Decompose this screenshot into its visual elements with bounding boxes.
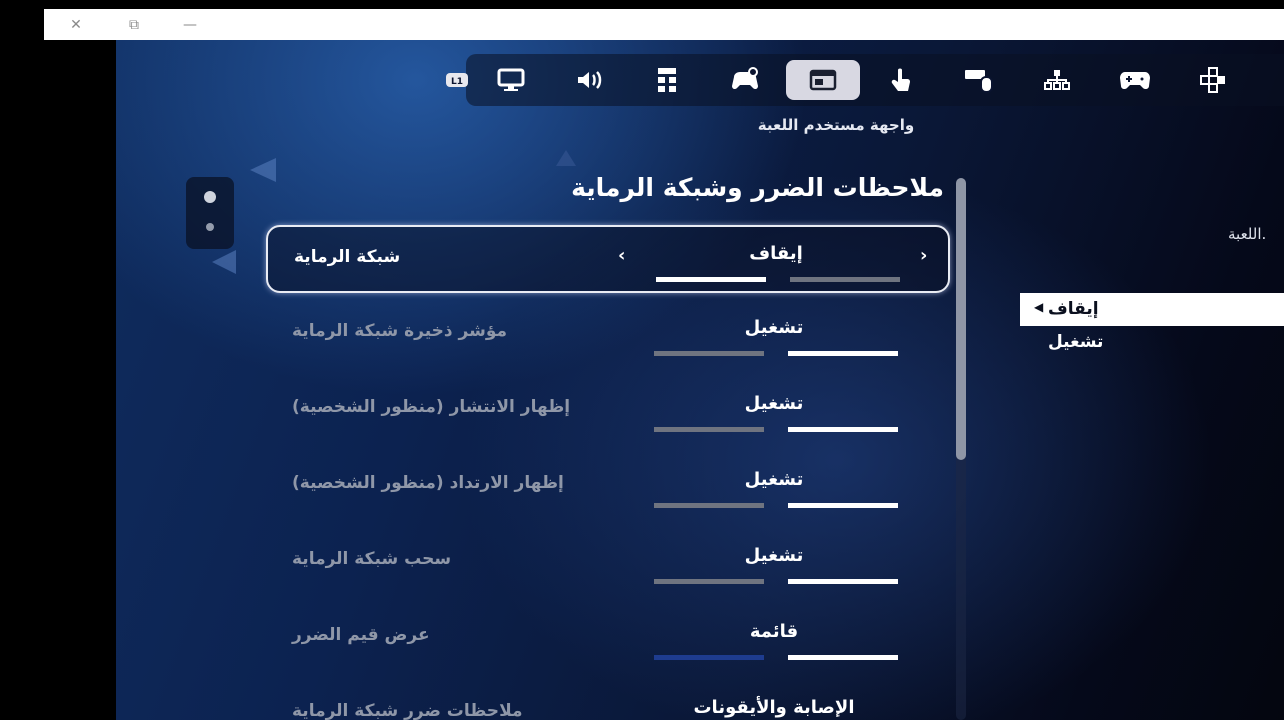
setting-value: تشغيل — [744, 317, 804, 338]
controller-gear-icon — [730, 67, 760, 93]
setting-value: تشغيل — [744, 393, 804, 414]
setting-value: تشغيل — [744, 469, 804, 490]
tab-touchpad[interactable] — [864, 60, 938, 100]
scrollbar-thumb[interactable] — [956, 178, 966, 460]
l1-bumper-icon: L1 — [445, 71, 469, 89]
setting-value: قائمة — [749, 621, 799, 642]
tab-keyboard-mouse[interactable] — [942, 60, 1016, 100]
setting-description: اللعبة. — [1228, 225, 1267, 243]
restore-icon: ⧉ — [129, 16, 139, 33]
network-icon — [1042, 68, 1072, 92]
option-bar-on — [790, 277, 900, 282]
settings-scrollbar[interactable] — [956, 178, 966, 720]
window-titlebar: ✕ ⧉ — — [44, 9, 1284, 40]
tab-accessibility[interactable] — [630, 60, 704, 100]
setting-row-reticle-ammo[interactable]: مؤشر ذخيرة شبكة الرماية تشغيل — [266, 301, 950, 369]
option-label: إيقاف — [1048, 299, 1099, 319]
decor-triangle — [250, 158, 276, 182]
setting-label: مؤشر ذخيرة شبكة الرماية — [292, 321, 507, 341]
setting-row-damage-numbers[interactable]: عرض قيم الضرر قائمة — [266, 605, 950, 673]
tab-gamepad[interactable] — [1098, 60, 1172, 100]
setting-row-reticle-damage-feedback[interactable]: ملاحظات ضرر شبكة الرماية الإصابة والأيقو… — [266, 681, 950, 720]
settings-tab-bar: L1 — [446, 54, 1284, 106]
option-bar-alt — [654, 655, 764, 660]
setting-row-reticle-drag[interactable]: سحب شبكة الرماية تشغيل — [266, 529, 950, 597]
touch-icon — [889, 66, 913, 94]
option-bar-off — [654, 427, 764, 432]
option-bar-on — [788, 351, 898, 356]
tab-audio[interactable] — [552, 60, 626, 100]
page-dot-active — [204, 191, 216, 203]
game-ui-window-icon — [809, 69, 837, 91]
section-title: ملاحظات الضرر وشبكة الرماية — [571, 173, 944, 202]
setting-label: سحب شبكة الرماية — [292, 549, 452, 569]
tab-game-ui[interactable] — [786, 60, 860, 100]
dpad-icon — [1199, 66, 1227, 94]
option-item-off[interactable]: ◀ إيقاف — [1020, 293, 1284, 326]
setting-row-show-recoil[interactable]: إظهار الارتداد (منظور الشخصية) تشغيل — [266, 453, 950, 521]
caret-right-icon: ◀ — [1034, 300, 1044, 314]
accessibility-grid-icon — [655, 67, 679, 93]
option-bar-on — [788, 503, 898, 508]
option-bar-list — [788, 655, 898, 660]
close-icon: ✕ — [70, 16, 82, 33]
chevron-right-icon[interactable]: › — [920, 245, 927, 266]
minimize-window-button[interactable]: — — [170, 9, 210, 40]
keyboard-mouse-icon — [964, 67, 994, 93]
tab-controller-settings[interactable] — [708, 60, 782, 100]
page-dot — [206, 223, 214, 231]
active-tab-caption: واجهة مستخدم اللعبة — [757, 116, 915, 134]
setting-row-reticle[interactable]: شبكة الرماية ‹ إيقاف › — [266, 225, 950, 293]
option-bar-off — [654, 579, 764, 584]
game-viewport: L1 واجهة مستخدم اللعبة ملاحظات الضرر وشب… — [116, 40, 1284, 720]
minimize-icon: — — [183, 16, 197, 33]
setting-label: إظهار الارتداد (منظور الشخصية) — [292, 473, 564, 493]
option-bar-on — [788, 579, 898, 584]
option-item-on[interactable]: تشغيل — [1020, 326, 1284, 360]
setting-value: تشغيل — [744, 545, 804, 566]
svg-text:L1: L1 — [451, 77, 463, 87]
tab-display[interactable] — [474, 60, 548, 100]
option-bar-on — [788, 427, 898, 432]
tab-dpad[interactable] — [1176, 60, 1250, 100]
setting-label: شبكة الرماية — [294, 247, 401, 267]
page-indicator — [186, 177, 234, 249]
option-list: ◀ إيقاف تشغيل — [1020, 293, 1284, 360]
gamepad-icon — [1119, 69, 1151, 91]
option-bar-off — [654, 351, 764, 356]
setting-value: إيقاف — [749, 243, 803, 264]
option-bar-off — [656, 277, 766, 282]
option-bar-off — [654, 503, 764, 508]
option-label: تشغيل — [1048, 332, 1104, 352]
setting-value: الإصابة والأيقونات — [693, 697, 855, 718]
restore-window-button[interactable]: ⧉ — [114, 9, 154, 40]
setting-label: عرض قيم الضرر — [292, 625, 430, 645]
speaker-icon — [575, 68, 603, 92]
setting-row-show-spread[interactable]: إظهار الانتشار (منظور الشخصية) تشغيل — [266, 377, 950, 445]
decor-triangle — [212, 250, 236, 274]
close-window-button[interactable]: ✕ — [56, 9, 96, 40]
setting-label: إظهار الانتشار (منظور الشخصية) — [292, 397, 571, 417]
chevron-left-icon[interactable]: ‹ — [618, 245, 625, 266]
setting-label: ملاحظات ضرر شبكة الرماية — [292, 701, 523, 720]
decor-triangle — [556, 150, 576, 166]
tab-network[interactable] — [1020, 60, 1094, 100]
monitor-icon — [497, 68, 525, 92]
